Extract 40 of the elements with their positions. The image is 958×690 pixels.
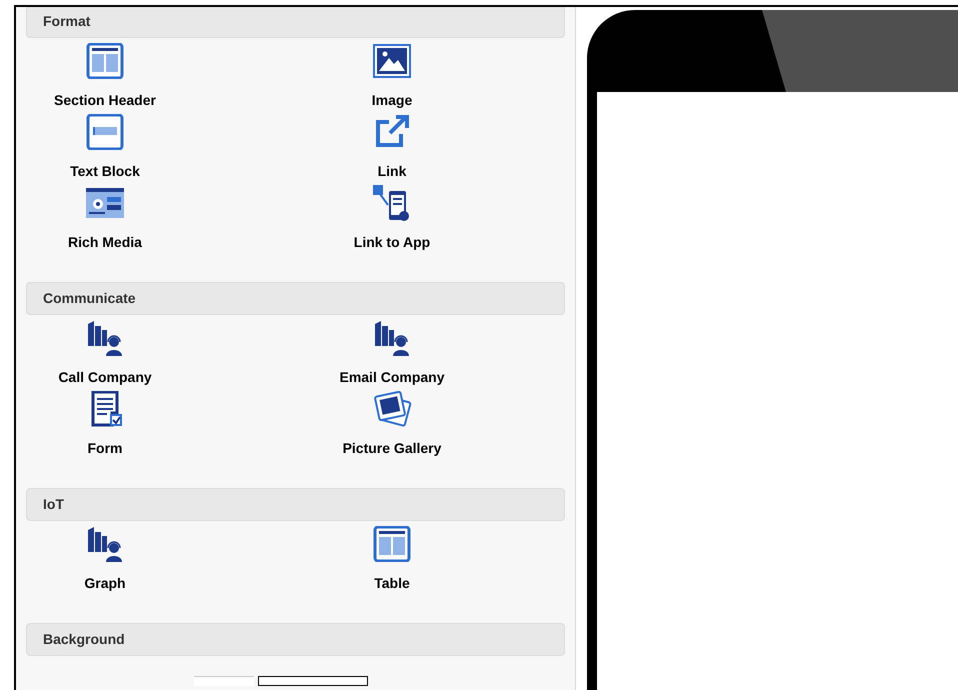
widget-item[interactable]: Link <box>317 114 467 185</box>
dropdown-button[interactable] <box>258 676 368 686</box>
building-headset-icon <box>372 320 412 356</box>
text-block-icon <box>85 114 125 150</box>
widget-label: Section Header <box>54 91 156 109</box>
widget-label: Image <box>372 91 412 109</box>
widget-item[interactable]: Rich Media <box>30 185 180 256</box>
section-header[interactable]: IoT <box>26 488 565 521</box>
widget-item[interactable]: Image <box>317 43 467 114</box>
layout-icon <box>372 526 412 562</box>
building-headset-icon <box>85 526 125 562</box>
section-header[interactable]: Communicate <box>26 282 565 315</box>
widget-item[interactable]: Link to App <box>317 185 467 256</box>
widget-item[interactable]: Text Block <box>30 114 180 185</box>
input-field[interactable] <box>194 676 254 686</box>
building-headset-icon <box>85 320 125 356</box>
widget-label: Email Company <box>339 368 445 386</box>
widget-item[interactable]: Form <box>30 391 180 462</box>
widget-label: Graph <box>84 574 126 592</box>
widget-item[interactable]: Picture Gallery <box>317 391 467 462</box>
widget-item[interactable]: Table <box>317 526 467 597</box>
widget-item[interactable]: Call Company <box>30 320 180 391</box>
image-icon <box>372 43 412 79</box>
widget-item[interactable]: Email Company <box>317 320 467 391</box>
layout-icon <box>85 43 125 79</box>
section-header[interactable]: Background <box>26 623 565 656</box>
widget-item[interactable]: Graph <box>30 526 180 597</box>
phone-tap-icon <box>372 185 412 221</box>
photo-stack-icon <box>372 391 412 427</box>
widget-label: Table <box>374 574 410 592</box>
widget-label: Text Block <box>70 162 140 180</box>
widget-label: Link <box>378 162 406 180</box>
section-header[interactable]: Format <box>26 7 565 38</box>
media-icon <box>85 185 125 221</box>
widget-item[interactable]: Section Header <box>30 43 180 114</box>
widget-label: Form <box>88 439 122 457</box>
widget-label: Link to App <box>354 233 430 251</box>
widget-label: Picture Gallery <box>342 439 442 457</box>
widget-label: Call Company <box>58 368 152 386</box>
widget-label: Rich Media <box>68 233 142 251</box>
